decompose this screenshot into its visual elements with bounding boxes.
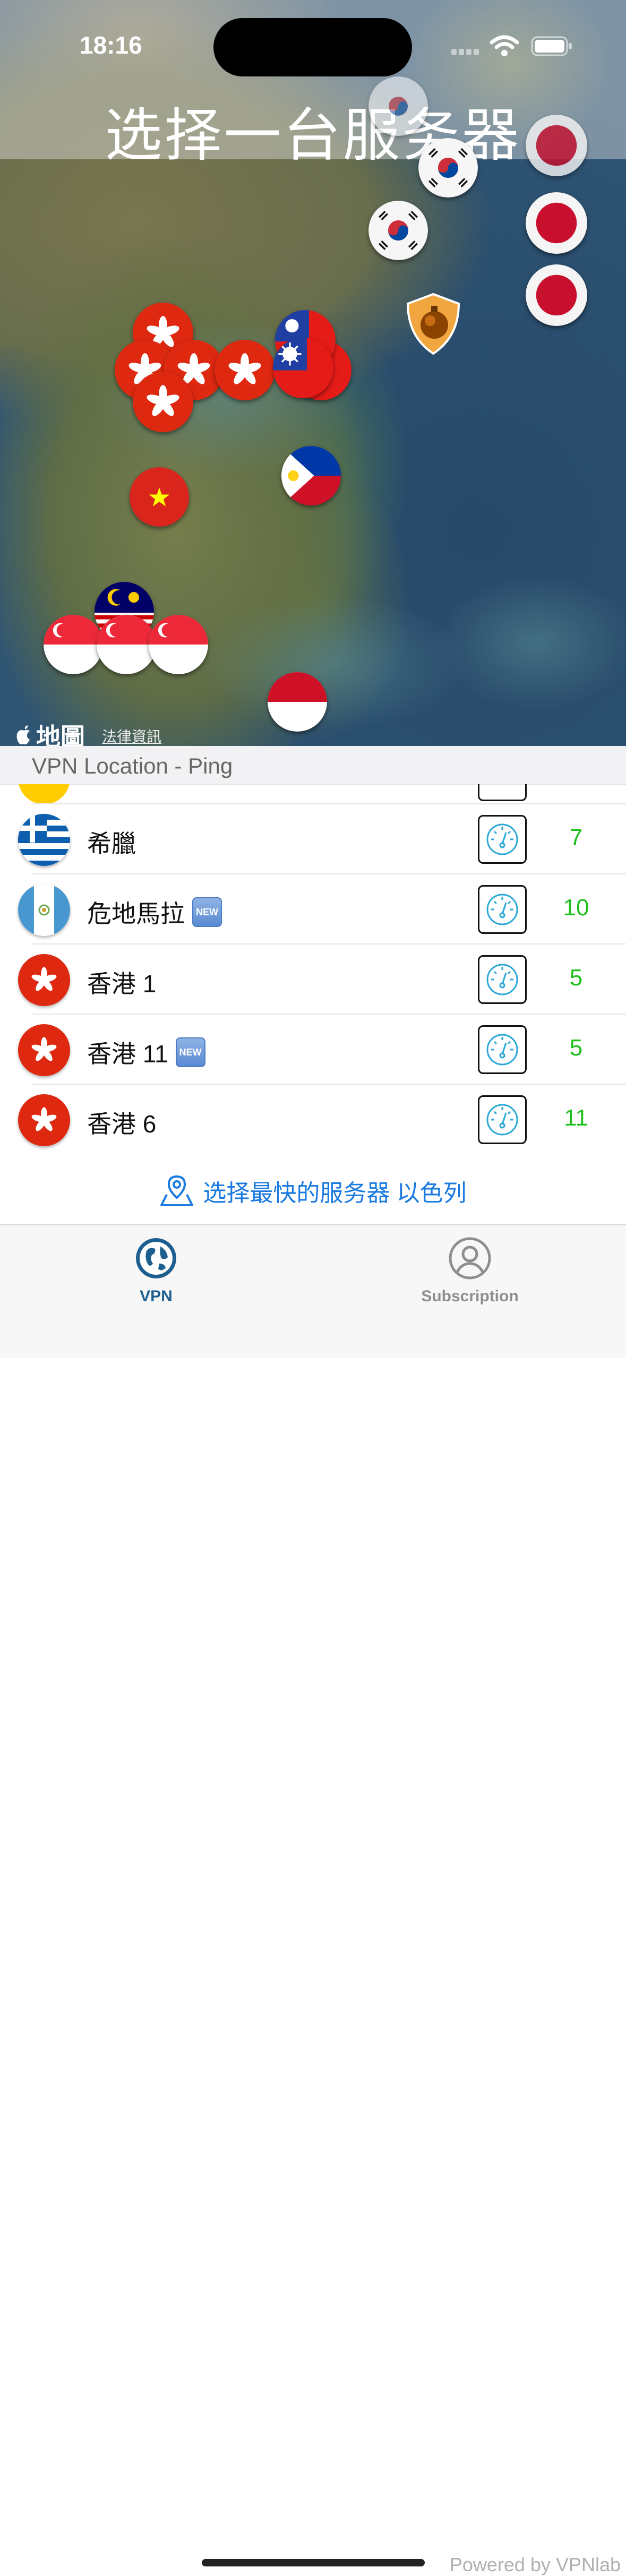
speedometer-icon	[486, 823, 518, 855]
map-attribution-label: 地圖	[36, 723, 85, 746]
server-row[interactable]: 希臘 7	[0, 804, 626, 874]
speed-test-button[interactable]	[478, 1095, 527, 1144]
map-pin-icon	[160, 1175, 194, 1206]
hong-kong-flag-icon	[18, 1024, 70, 1076]
marker-indonesia[interactable]	[268, 672, 327, 732]
server-name: 香港 6	[87, 1110, 157, 1138]
marker-singapore[interactable]	[149, 615, 208, 674]
server-row[interactable]: 香港 11 NEW 5	[0, 1015, 626, 1085]
list-section-header: VPN Location - Ping	[0, 746, 626, 785]
marker-hong-kong[interactable]	[133, 372, 193, 432]
ping-value: 10	[563, 895, 589, 921]
marker-korea[interactable]	[418, 138, 478, 198]
marker-korea[interactable]	[368, 201, 428, 260]
speed-test-button[interactable]	[478, 1025, 527, 1074]
marker-hong-kong[interactable]	[215, 340, 275, 400]
guatemala-flag-icon	[18, 884, 70, 936]
tab-subscription[interactable]: Subscription	[390, 1236, 550, 1306]
wifi-icon	[490, 35, 519, 56]
server-row[interactable]: 危地馬拉 NEW 10	[0, 874, 626, 944]
fastest-server-label: 选择最快的服务器 以色列	[203, 1180, 467, 1206]
hong-kong-flag-icon	[18, 954, 70, 1006]
tab-bar: VPN Subscription Powered by VPNlab	[0, 1224, 626, 2575]
speed-test-button[interactable]	[478, 955, 527, 1004]
server-name: 希臘	[87, 830, 136, 857]
list-row-partial[interactable]	[0, 784, 626, 804]
marker-japan[interactable]	[526, 192, 587, 254]
marker-japan[interactable]	[526, 115, 587, 176]
server-name: 危地馬拉	[87, 900, 185, 928]
tab-subscription-label: Subscription	[421, 1287, 519, 1305]
server-map[interactable]: 18:16 选择一台服务器 地圖 法律資訊	[0, 0, 626, 746]
ping-value: 11	[564, 1105, 588, 1131]
apple-logo-icon	[16, 725, 30, 745]
battery-icon	[531, 36, 572, 56]
signal-icon	[451, 49, 479, 55]
speedometer-icon	[486, 1104, 518, 1136]
marker-philippines[interactable]	[281, 446, 341, 505]
person-icon	[449, 1237, 491, 1280]
home-indicator	[202, 2559, 425, 2566]
map-attribution: 地圖	[15, 718, 85, 746]
marker-korea[interactable]	[368, 76, 428, 136]
powered-by-label: Powered by VPNlab	[449, 2554, 621, 2575]
marker-taiwan[interactable]	[273, 338, 333, 398]
ping-value: 5	[569, 965, 583, 991]
tab-vpn[interactable]: VPN	[76, 1236, 236, 1306]
legal-link[interactable]: 法律資訊	[102, 725, 161, 746]
new-badge: NEW	[175, 1037, 205, 1067]
server-row[interactable]: 香港 1 5	[0, 944, 626, 1015]
shield-marker-icon[interactable]	[404, 292, 463, 356]
speedometer-icon	[486, 964, 518, 995]
ping-value: 5	[569, 1035, 583, 1061]
hong-kong-flag-icon	[18, 1094, 70, 1146]
speed-test-button[interactable]	[478, 815, 527, 864]
server-name: 香港 1	[87, 970, 157, 998]
globe-icon	[136, 1238, 176, 1278]
greece-flag-icon	[18, 814, 70, 866]
dynamic-island	[213, 18, 412, 76]
marker-singapore[interactable]	[97, 615, 156, 674]
tab-vpn-label: VPN	[140, 1287, 173, 1305]
list-header-label: VPN Location - Ping	[32, 753, 233, 778]
ping-value: 7	[569, 825, 583, 851]
new-badge: NEW	[192, 897, 222, 927]
server-row[interactable]: 香港 6 11	[0, 1085, 626, 1155]
speedometer-icon	[486, 894, 518, 925]
status-time: 18:16	[80, 31, 142, 59]
speed-test-button[interactable]	[478, 885, 527, 934]
speedometer-icon	[486, 1034, 518, 1066]
fastest-server-button[interactable]: 选择最快的服务器 以色列	[0, 1172, 626, 1209]
server-name: 香港 11	[87, 1040, 168, 1068]
marker-singapore[interactable]	[44, 615, 103, 674]
marker-vietnam[interactable]	[130, 467, 189, 527]
marker-japan[interactable]	[526, 264, 587, 326]
